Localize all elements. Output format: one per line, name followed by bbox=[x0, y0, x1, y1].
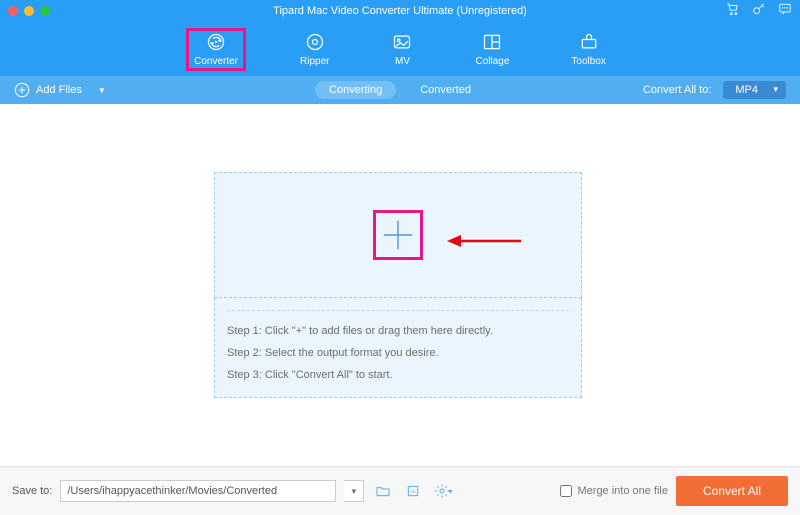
titlebar: Tipard Mac Video Converter Ultimate (Unr… bbox=[0, 0, 800, 22]
tab-toolbox[interactable]: Toolbox bbox=[565, 30, 611, 69]
save-path-dropdown[interactable]: ▼ bbox=[344, 480, 364, 502]
merge-checkbox[interactable]: Merge into one file bbox=[560, 485, 669, 497]
merge-label: Merge into one file bbox=[578, 485, 669, 497]
tab-label: Collage bbox=[475, 56, 509, 67]
tab-label: MV bbox=[395, 56, 410, 67]
save-path-input[interactable] bbox=[60, 480, 336, 502]
step-3: Step 3: Click "Convert All" to start. bbox=[227, 370, 569, 381]
main-area: Step 1: Click "+" to add files or drag t… bbox=[0, 104, 800, 466]
convert-all-to-label: Convert All to: bbox=[643, 84, 711, 96]
convert-all-to: Convert All to: MP4 bbox=[643, 81, 786, 99]
tab-label: Toolbox bbox=[571, 56, 605, 67]
save-to-label: Save to: bbox=[12, 485, 52, 497]
tab-converted[interactable]: Converted bbox=[406, 81, 485, 99]
step-1: Step 1: Click "+" to add files or drag t… bbox=[227, 326, 569, 337]
window-title: Tipard Mac Video Converter Ultimate (Unr… bbox=[0, 5, 800, 17]
toolbar: Add Files ▼ Converting Converted Convert… bbox=[0, 76, 800, 104]
output-format-dropdown[interactable]: MP4 bbox=[723, 81, 786, 99]
status-segment: Converting Converted bbox=[315, 81, 485, 99]
open-folder-button[interactable] bbox=[372, 480, 394, 502]
gpu-accel-button[interactable]: on bbox=[402, 480, 424, 502]
tab-converting[interactable]: Converting bbox=[315, 81, 396, 99]
main-nav: Converter Ripper MV Collage Toolbox bbox=[0, 22, 800, 76]
step-2: Step 2: Select the output format you des… bbox=[227, 348, 569, 359]
settings-button[interactable]: ▾ bbox=[432, 480, 454, 502]
convert-all-button[interactable]: Convert All bbox=[676, 476, 788, 506]
tab-ripper[interactable]: Ripper bbox=[294, 30, 335, 69]
tab-mv[interactable]: MV bbox=[385, 30, 419, 69]
tab-label: Ripper bbox=[300, 56, 329, 67]
annotation-arrow bbox=[445, 232, 523, 255]
instructions-panel: Step 1: Click "+" to add files or drag t… bbox=[214, 298, 582, 398]
tab-label: Converter bbox=[194, 56, 238, 67]
footer: Save to: ▼ on ▾ Merge into one file Conv… bbox=[0, 466, 800, 515]
plus-icon bbox=[381, 218, 415, 252]
tab-collage[interactable]: Collage bbox=[469, 30, 515, 69]
add-files-label: Add Files bbox=[36, 84, 82, 96]
add-file-plus-button[interactable] bbox=[373, 210, 423, 260]
tab-converter[interactable]: Converter bbox=[188, 30, 244, 69]
svg-text:on: on bbox=[411, 489, 417, 494]
chevron-down-icon[interactable]: ▼ bbox=[98, 86, 106, 95]
merge-checkbox-input[interactable] bbox=[560, 485, 572, 497]
add-files-button[interactable]: Add Files ▼ bbox=[14, 82, 106, 98]
drop-zone[interactable] bbox=[214, 172, 582, 298]
